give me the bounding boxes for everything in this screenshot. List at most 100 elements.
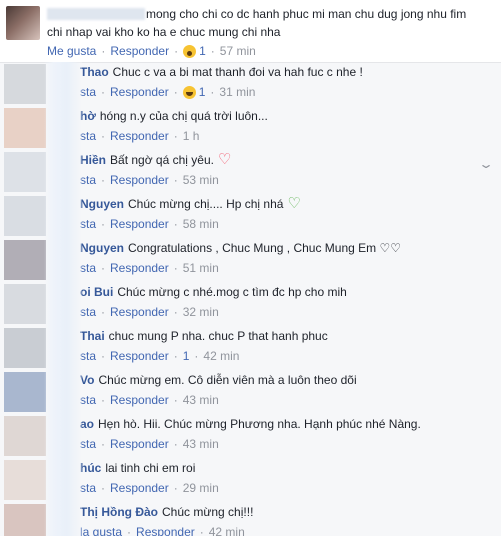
comment-meta: Me gusta · Responder · 1 · 57 min: [47, 44, 256, 58]
reply-author[interactable]: húc: [80, 461, 101, 475]
reply-author[interactable]: Vo: [80, 373, 94, 387]
like-link[interactable]: sta: [80, 393, 96, 407]
reply-meta: sta · Responder · 43 min: [80, 437, 219, 451]
reply-link[interactable]: Responder: [110, 44, 169, 58]
separator: ·: [173, 437, 178, 451]
like-link[interactable]: Me gusta: [47, 44, 96, 58]
reaction-count[interactable]: 1: [183, 44, 206, 58]
like-link[interactable]: sta: [80, 129, 96, 143]
timestamp[interactable]: 53 min: [183, 173, 219, 187]
reply-line: húc lai tinh chi em roi: [80, 461, 195, 475]
reaction-count-value: 1: [198, 85, 206, 99]
reply-link[interactable]: Responder: [110, 437, 169, 451]
reply-link[interactable]: Responder: [110, 261, 169, 275]
separator: ·: [101, 217, 106, 231]
separator: ·: [101, 129, 106, 143]
separator: ·: [173, 393, 178, 407]
timestamp[interactable]: 57 min: [220, 44, 256, 58]
reply-line: Hiền Bất ngờ qá chị yêu. ♡: [80, 151, 232, 168]
separator: ·: [101, 437, 106, 451]
like-link[interactable]: sta: [80, 305, 96, 319]
reply-author[interactable]: Thai: [80, 329, 105, 343]
timestamp[interactable]: 31 min: [219, 85, 255, 99]
like-link[interactable]: sta: [80, 481, 96, 495]
timestamp[interactable]: 1 h: [183, 129, 200, 143]
like-link[interactable]: sta: [80, 261, 96, 275]
like-link[interactable]: sta: [80, 349, 96, 363]
reply-link[interactable]: Responder: [110, 349, 169, 363]
reply-link[interactable]: Responder: [110, 393, 169, 407]
separator: ·: [173, 349, 178, 363]
reply-line: hờ hóng n.y của chị quá trời luôn...: [80, 109, 268, 123]
reply-link[interactable]: Responder: [110, 481, 169, 495]
reply-author[interactable]: ao: [80, 417, 94, 431]
timestamp[interactable]: 43 min: [183, 393, 219, 407]
separator: ·: [101, 305, 106, 319]
separator: ·: [174, 44, 179, 58]
like-link[interactable]: sta: [80, 217, 96, 231]
separator: ·: [173, 481, 178, 495]
separator: ·: [101, 481, 106, 495]
timestamp[interactable]: 51 min: [183, 261, 219, 275]
separator: ·: [173, 85, 178, 99]
reply-line: oi Bui Chúc mừng c nhé.mog c tìm đc hp ch…: [80, 285, 347, 299]
avatar[interactable]: [6, 6, 40, 40]
blurred-names-overlay: [44, 62, 82, 536]
reply-meta: sta · Responder · 32 min: [80, 305, 219, 319]
timestamp[interactable]: 42 min: [209, 525, 245, 536]
heart-emoji-icon: ♡: [217, 151, 232, 168]
reply-text: Hẹn hò. Hii. Chúc mừng Phương nha. Hạnh …: [98, 417, 421, 431]
reply-text: Bất ngờ qá chị yêu.: [110, 153, 214, 167]
separator: ·: [199, 525, 204, 536]
separator: ·: [194, 349, 199, 363]
like-link[interactable]: sta: [80, 85, 96, 99]
like-link[interactable]: sta: [80, 437, 96, 451]
like-link[interactable]: sta: [80, 173, 96, 187]
reaction-count[interactable]: 1: [183, 349, 190, 363]
reply-link[interactable]: Responder: [136, 525, 195, 536]
separator: ·: [101, 85, 106, 99]
reply-text: Chúc mừng chị!!!: [162, 505, 254, 519]
reply-link[interactable]: Responder: [110, 129, 169, 143]
reply-author[interactable]: hờ: [80, 109, 96, 123]
reply-line: Thai chuc mung P nha. chuc P that hanh ph…: [80, 329, 328, 343]
reply-text: Chúc mừng chị.... Hp chị nhá: [128, 197, 284, 211]
reply-author[interactable]: Nguyen: [80, 197, 124, 211]
reply-meta: sta · Responder · 1 h: [80, 129, 199, 143]
reply-meta: sta · Responder · 1 · 31 min: [80, 85, 255, 99]
reply-line: Nguyen Chúc mừng chị.... Hp chị nhá ♡: [80, 195, 301, 212]
separator: ·: [173, 217, 178, 231]
like-link[interactable]: la gusta: [80, 525, 122, 536]
reply-line: Thao Chuc c va a bi mat thanh đoi va hah …: [80, 65, 363, 79]
reply-author[interactable]: oi Bui: [80, 285, 113, 299]
reply-author[interactable]: Thao: [80, 65, 109, 79]
comment-text-line-2: chi nhap vai kho ko ha e chuc mung chi n…: [47, 25, 281, 39]
reply-line: ao Hẹn hò. Hii. Chúc mừng Phương nha. Hạn…: [80, 417, 421, 431]
separator: ·: [173, 129, 178, 143]
reaction-count[interactable]: 1: [182, 85, 206, 99]
reaction-count-value: 1: [182, 349, 190, 363]
reply-author[interactable]: Nguyen: [80, 241, 124, 255]
timestamp[interactable]: 58 min: [183, 217, 219, 231]
reply-link[interactable]: Responder: [110, 173, 169, 187]
reply-link[interactable]: Responder: [110, 217, 169, 231]
reply-text: hóng n.y của chị quá trời luôn...: [99, 109, 268, 123]
heart-emoji-icon: ♡: [287, 195, 301, 212]
reply-link[interactable]: Responder: [110, 85, 169, 99]
reply-line: Nguyen Congratulations , Chuc Mung , Chuc…: [80, 241, 401, 255]
reaction-count-value: 1: [199, 44, 206, 58]
timestamp[interactable]: 42 min: [203, 349, 239, 363]
timestamp[interactable]: 43 min: [183, 437, 219, 451]
reply-text: Chúc mừng c nhé.mog c tìm đc hp cho mih: [117, 285, 347, 299]
reply-author[interactable]: Thị Hồng Đào: [80, 505, 158, 519]
timestamp[interactable]: 32 min: [183, 305, 219, 319]
reply-line: Thị Hồng Đào Chúc mừng chị!!!: [80, 505, 253, 519]
separator: ·: [101, 261, 106, 275]
separator: ·: [101, 393, 106, 407]
timestamp[interactable]: 29 min: [183, 481, 219, 495]
reply-text: lai tinh chi em roi: [105, 461, 196, 475]
separator: ·: [101, 44, 106, 58]
reply-author[interactable]: Hiền: [80, 153, 106, 167]
chevron-down-icon[interactable]: ⌄: [478, 157, 494, 171]
reply-link[interactable]: Responder: [110, 305, 169, 319]
